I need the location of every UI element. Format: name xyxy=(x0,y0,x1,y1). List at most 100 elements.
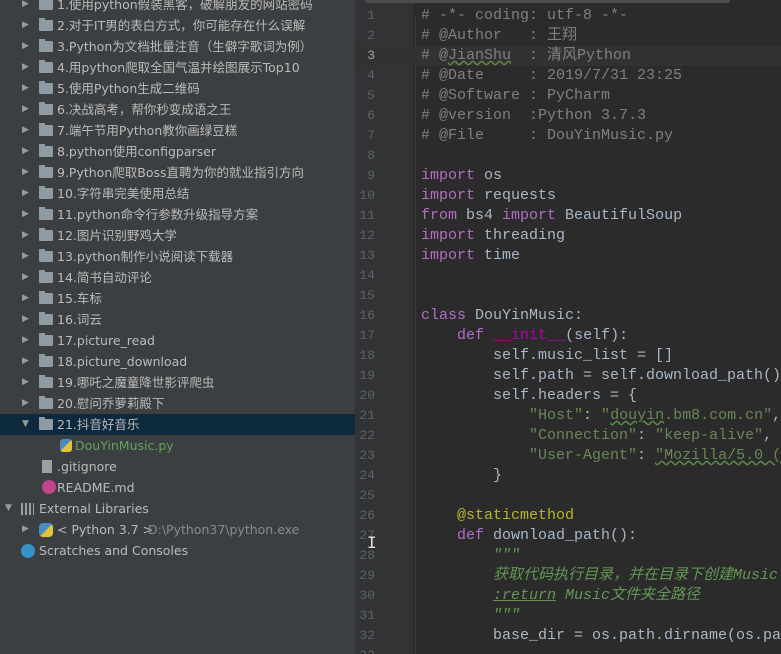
code-line[interactable]: 30 :return Music文件夹全路径 xyxy=(355,586,781,606)
tree-folder-item[interactable]: ▶ 18.picture_download xyxy=(0,351,355,372)
code-line[interactable]: 21 "Host": "douyin.bm8.com.cn", xyxy=(355,406,781,426)
tree-folder-item[interactable]: ▶ 12.图片识别野鸡大学 xyxy=(0,225,355,246)
code-line[interactable]: 17 def __init__(self): xyxy=(355,326,781,346)
tree-folder-item[interactable]: ▶ 9.Python爬取Boss直聘为你的就业指引方向 xyxy=(0,162,355,183)
tree-folder-item[interactable]: ▼ 21.抖音好音乐 xyxy=(0,414,355,435)
folder-icon xyxy=(39,102,53,115)
code-line[interactable]: 12 import threading xyxy=(355,226,781,246)
tree-folder-item[interactable]: ▶ 7.端午节用Python教你画绿豆糕 xyxy=(0,120,355,141)
tree-scratches[interactable]: Scratches and Consoles xyxy=(0,540,355,561)
chevron-right-icon[interactable]: ▶ xyxy=(22,393,29,414)
chevron-right-icon[interactable]: ▶ xyxy=(22,162,29,183)
code-token: BeautifulSoup xyxy=(556,207,683,224)
code-line[interactable]: 24 } xyxy=(355,466,781,486)
code-line[interactable]: 1 # -*- coding: utf-8 -*- xyxy=(355,6,781,26)
code-line[interactable]: 9 import os xyxy=(355,166,781,186)
code-line[interactable]: 29 获取代码执行目录，并在目录下创建Music xyxy=(355,566,781,586)
chevron-right-icon[interactable]: ▶ xyxy=(22,99,29,120)
code-line[interactable]: 19 self.path = self.download_path() xyxy=(355,366,781,386)
code-line[interactable]: 6 # @version :Python 3.7.3 xyxy=(355,106,781,126)
tree-folder-item[interactable]: ▶ 4.用python爬取全国气温并绘图展示Top10 xyxy=(0,57,355,78)
line-number: 21 xyxy=(359,408,375,423)
tree-folder-item[interactable]: ▶ 16.词云 xyxy=(0,309,355,330)
tree-file-item[interactable]: .gitignore xyxy=(0,456,355,477)
chevron-right-icon[interactable]: ▶ xyxy=(22,246,29,267)
code-line[interactable]: 20 self.headers = { xyxy=(355,386,781,406)
code-text: """ xyxy=(421,546,520,566)
chevron-right-icon[interactable]: ▶ xyxy=(22,15,29,36)
chevron-right-icon[interactable]: ▶ xyxy=(22,36,29,57)
horizontal-scrollbar[interactable] xyxy=(365,0,730,3)
tree-folder-item[interactable]: ▶ 20.慰问乔萝莉殿下 xyxy=(0,393,355,414)
code-token: Music文件夹全路径 xyxy=(556,587,701,604)
tree-folder-item[interactable]: ▶ 14.简书自动评论 xyxy=(0,267,355,288)
tree-folder-item[interactable]: ▶ 1.使用python假装黑客，破解朋友的网站密码 xyxy=(0,0,355,15)
code-token: douyin xyxy=(610,407,665,424)
code-line[interactable]: 26 @staticmethod xyxy=(355,506,781,526)
code-line[interactable]: 15 xyxy=(355,286,781,306)
code-line[interactable]: 18 self.music_list = [] xyxy=(355,346,781,366)
code-token: bs4 xyxy=(457,207,503,224)
chevron-right-icon[interactable]: ▶ xyxy=(22,225,29,246)
code-line[interactable]: 31 """ xyxy=(355,606,781,626)
code-line[interactable]: 3 # @JianShu : 清风Python xyxy=(355,46,781,66)
code-line[interactable]: 25 xyxy=(355,486,781,506)
chevron-right-icon[interactable]: ▶ xyxy=(22,372,29,393)
chevron-down-icon[interactable]: ▼ xyxy=(5,498,12,519)
code-line[interactable]: 13 import time xyxy=(355,246,781,266)
code-line[interactable]: 28 """ xyxy=(355,546,781,566)
code-line[interactable]: 5 # @Software : PyCharm xyxy=(355,86,781,106)
tree-folder-item[interactable]: ▶ 19.哪吒之魔童降世影评爬虫 xyxy=(0,372,355,393)
tree-folder-item[interactable]: ▶ 11.python命令行参数升级指导方案 xyxy=(0,204,355,225)
chevron-right-icon[interactable]: ▶ xyxy=(22,141,29,162)
code-token: "Connection" xyxy=(421,427,638,444)
chevron-right-icon[interactable]: ▶ xyxy=(22,120,29,141)
code-line[interactable]: 14 xyxy=(355,266,781,286)
chevron-right-icon[interactable]: ▶ xyxy=(22,267,29,288)
tree-file-item[interactable]: DouYinMusic.py xyxy=(0,435,355,456)
tree-folder-item[interactable]: ▶ 17.picture_read xyxy=(0,330,355,351)
chevron-right-icon[interactable]: ▶ xyxy=(22,351,29,372)
line-number: 30 xyxy=(359,588,375,603)
code-line[interactable]: 4 # @Date : 2019/7/31 23:25 xyxy=(355,66,781,86)
code-line[interactable]: 22 "Connection": "keep-alive", xyxy=(355,426,781,446)
code-line[interactable]: 16 class DouYinMusic: xyxy=(355,306,781,326)
code-line[interactable]: 7 # @File : DouYinMusic.py xyxy=(355,126,781,146)
chevron-right-icon[interactable]: ▶ xyxy=(22,0,29,15)
chevron-right-icon[interactable]: ▶ xyxy=(22,183,29,204)
code-line[interactable]: 2 # @Author : 王翔 xyxy=(355,26,781,46)
tree-python-sdk[interactable]: ▶ < Python 3.7 > D:\Python37\python.exe xyxy=(0,519,355,540)
tree-folder-item[interactable]: ▶ 3.Python为文档批量注音（生僻字歌词为例） xyxy=(0,36,355,57)
chevron-down-icon[interactable]: ▼ xyxy=(22,414,29,435)
tree-folder-item[interactable]: ▶ 5.使用Python生成二维码 xyxy=(0,78,355,99)
line-number: 33 xyxy=(355,646,375,654)
tree-external-libraries[interactable]: ▼ External Libraries xyxy=(0,498,355,519)
code-line[interactable]: 11 from bs4 import BeautifulSoup xyxy=(355,206,781,226)
folder-label: 16.词云 xyxy=(57,312,102,327)
code-line[interactable]: 10 import requests xyxy=(355,186,781,206)
chevron-right-icon[interactable]: ▶ xyxy=(22,57,29,78)
chevron-right-icon[interactable]: ▶ xyxy=(22,330,29,351)
chevron-right-icon[interactable]: ▶ xyxy=(22,204,29,225)
chevron-right-icon[interactable]: ▶ xyxy=(22,519,29,540)
tree-file-item[interactable]: README.md xyxy=(0,477,355,498)
tree-folder-item[interactable]: ▶ 2.对于IT男的表白方式，你可能存在什么误解 xyxy=(0,15,355,36)
chevron-right-icon[interactable]: ▶ xyxy=(22,309,29,330)
code-line[interactable]: 8 xyxy=(355,146,781,166)
code-line[interactable]: 33 xyxy=(355,646,781,654)
line-number: 31 xyxy=(359,608,375,623)
code-line[interactable]: 27 def download_path(): xyxy=(355,526,781,546)
chevron-right-icon[interactable]: ▶ xyxy=(22,78,29,99)
tree-folder-item[interactable]: ▶ 8.python使用configparser xyxy=(0,141,355,162)
tree-folder-item[interactable]: ▶ 6.决战高考，帮你秒变成语之王 xyxy=(0,99,355,120)
code-editor[interactable]: 1 # -*- coding: utf-8 -*- 2 # @Author : 王翔 3… xyxy=(355,0,781,654)
code-line[interactable]: 23 "User-Agent": "Mozilla/5.0 ( xyxy=(355,446,781,466)
chevron-right-icon[interactable]: ▶ xyxy=(22,288,29,309)
code-line[interactable]: 32 base_dir = os.path.dirname(os.pa xyxy=(355,626,781,646)
tree-folder-item[interactable]: ▶ 13.python制作小说阅读下载器 xyxy=(0,246,355,267)
tree-folder-item[interactable]: ▶ 10.字符串完美使用总结 xyxy=(0,183,355,204)
code-token: .bm8.com.cn" xyxy=(664,407,773,424)
code-token: os xyxy=(475,167,503,184)
tree-folder-item[interactable]: ▶ 15.车标 xyxy=(0,288,355,309)
code-token: import xyxy=(421,227,476,244)
